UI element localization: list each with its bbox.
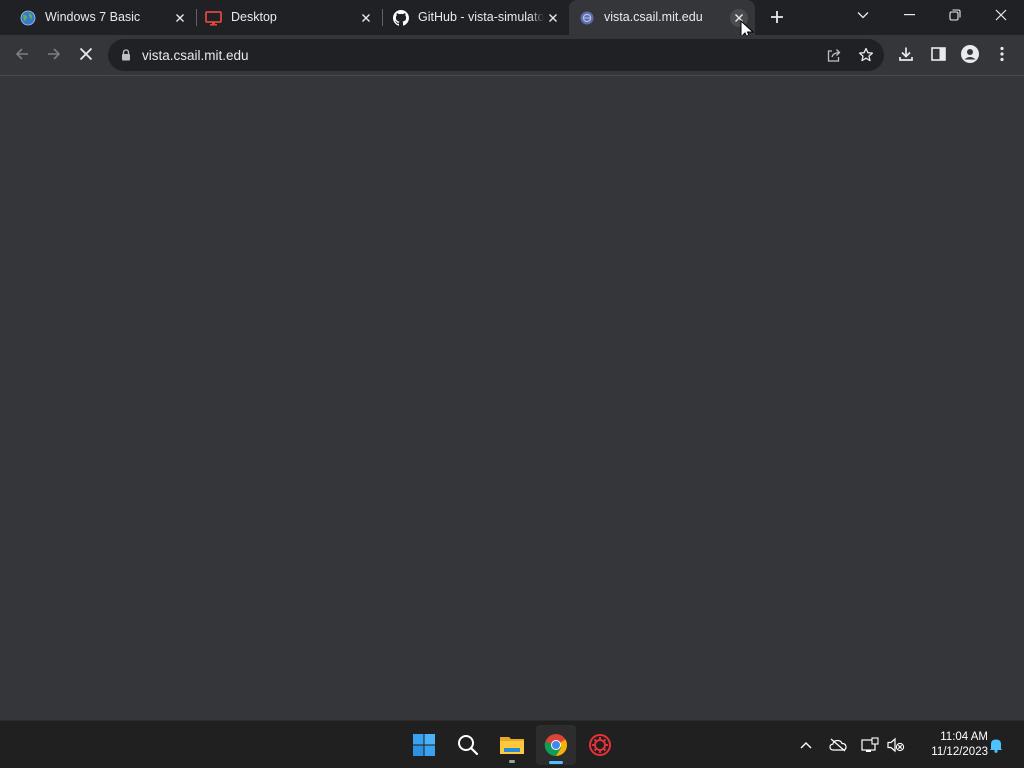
tab-title: Desktop [231, 10, 277, 24]
tab-vista-csail[interactable]: vista.csail.mit.edu [569, 0, 755, 35]
network-icon [861, 737, 879, 752]
new-tab-button[interactable] [766, 6, 788, 28]
download-button[interactable] [892, 40, 920, 68]
red-gear-icon [589, 734, 611, 756]
forward-button[interactable] [40, 40, 68, 68]
side-panel-icon [930, 47, 946, 61]
kebab-menu-icon [1000, 46, 1004, 62]
globe-icon [19, 9, 36, 26]
clock-date: 11/12/2023 [931, 746, 988, 758]
windows-logo-icon [413, 734, 435, 756]
tab-title: GitHub - vista-simulator [418, 10, 544, 24]
loading-globe-icon [578, 9, 595, 26]
profile-icon [961, 45, 979, 63]
tab-title-fade [530, 6, 544, 28]
notifications-button[interactable] [984, 733, 1008, 757]
clock-time: 11:04 AM [940, 731, 988, 743]
minimize-icon [903, 14, 915, 16]
star-icon[interactable] [856, 45, 876, 65]
download-icon [899, 47, 913, 61]
start-button[interactable] [404, 725, 444, 765]
folder-icon [500, 737, 524, 754]
bell-icon [989, 739, 1003, 753]
tab-search-button[interactable] [840, 0, 886, 30]
url-text[interactable]: vista.csail.mit.edu [142, 48, 249, 63]
chrome-icon [544, 734, 567, 757]
close-window-button[interactable] [978, 0, 1024, 30]
chrome-menu-button[interactable] [988, 40, 1016, 68]
stop-loading-icon [79, 47, 93, 61]
network-button[interactable] [858, 733, 882, 757]
github-icon [392, 9, 409, 26]
stop-loading-button[interactable] [72, 40, 100, 68]
restore-icon [949, 9, 961, 21]
profile-button[interactable] [956, 40, 984, 68]
restore-button[interactable] [932, 0, 978, 30]
close-tab-icon[interactable] [544, 9, 562, 27]
red-gear-app[interactable] [580, 725, 620, 765]
volume-muted-button[interactable] [884, 733, 908, 757]
show-hidden-icons-button[interactable] [794, 733, 818, 757]
browser-toolbar: vista.csail.mit.edu [0, 35, 1024, 76]
taskbar-clock[interactable]: 11:04 AM 11/12/2023 [912, 730, 988, 760]
address-bar[interactable]: vista.csail.mit.edu [108, 39, 884, 71]
tab-desktop[interactable]: Desktop [196, 0, 382, 35]
chevron-up-icon [800, 742, 812, 749]
search-button[interactable] [448, 725, 488, 765]
forward-arrow-icon [48, 48, 61, 60]
chrome-app[interactable] [536, 725, 576, 765]
close-tab-icon[interactable] [357, 9, 375, 27]
lock-icon[interactable] [120, 48, 132, 62]
tab-strip: Windows 7 Basic Desktop GitHub - vista-s… [0, 0, 1024, 41]
chevron-down-icon [857, 12, 869, 19]
monitor-icon [205, 9, 222, 26]
tab-title: Windows 7 Basic [45, 10, 141, 24]
cloud-off-icon [829, 738, 847, 752]
back-arrow-icon [15, 48, 28, 60]
back-button[interactable] [8, 40, 36, 68]
close-tab-icon[interactable] [171, 9, 189, 27]
close-icon [995, 9, 1007, 21]
plus-icon [771, 11, 783, 23]
tab-windows-7-basic[interactable]: Windows 7 Basic [10, 0, 192, 35]
speaker-muted-icon [887, 737, 905, 753]
page-content-area[interactable] [0, 77, 1024, 720]
minimize-button[interactable] [886, 0, 932, 30]
cloud-off-button[interactable] [826, 733, 850, 757]
side-panel-button[interactable] [924, 40, 952, 68]
search-icon [458, 735, 479, 756]
file-explorer-app[interactable] [492, 725, 532, 765]
tab-github-vista-simulator[interactable]: GitHub - vista-simulator [383, 0, 569, 35]
tab-title: vista.csail.mit.edu [604, 10, 703, 24]
share-icon[interactable] [824, 45, 844, 65]
windows-taskbar: 11:04 AM 11/12/2023 [0, 720, 1024, 768]
